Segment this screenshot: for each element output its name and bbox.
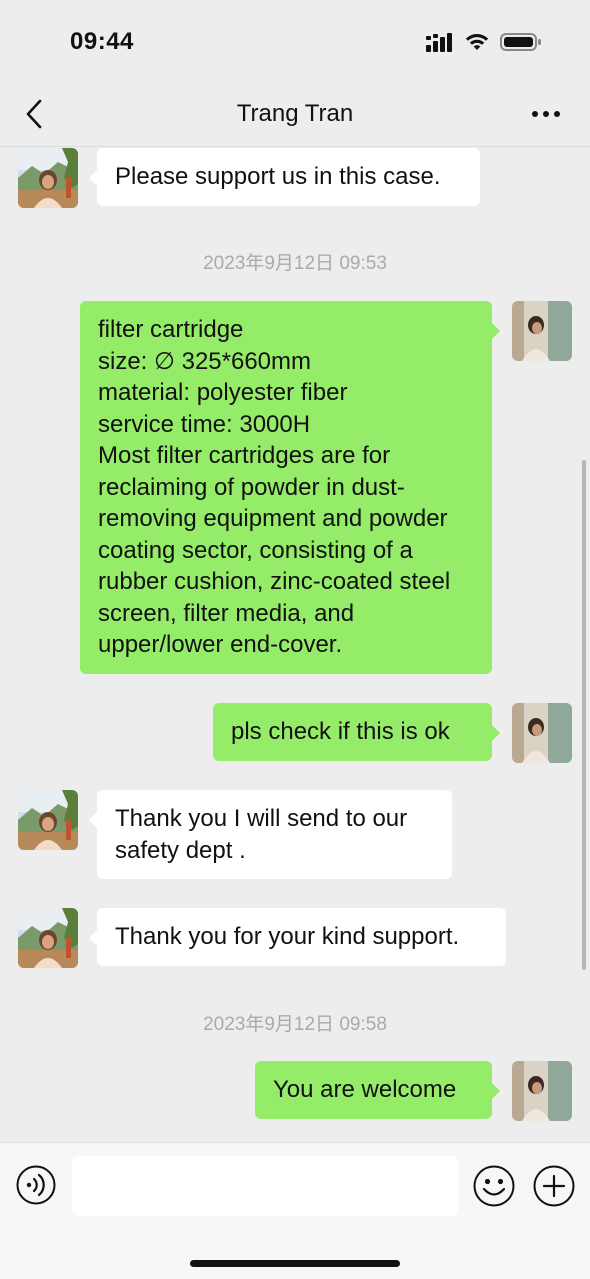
- wifi-icon: [464, 32, 490, 57]
- emoji-icon: [473, 1165, 515, 1207]
- self-avatar[interactable]: [512, 703, 572, 763]
- chat-title: Trang Tran: [236, 100, 354, 127]
- plus-button[interactable]: [533, 1165, 575, 1207]
- status-icons: [426, 32, 542, 57]
- input-bar: [0, 1142, 590, 1279]
- self-avatar[interactable]: [512, 1061, 572, 1121]
- outgoing-message[interactable]: filter cartridge size: ∅ 325*660mm mater…: [80, 301, 500, 674]
- message-timestamp: 2023年9月12日 09:53: [203, 253, 387, 274]
- incoming-message[interactable]: Thank you I will send to our safety dept…: [89, 790, 452, 879]
- cellular-signal-icon: [426, 32, 454, 57]
- outgoing-message[interactable]: pls check if this is ok: [213, 703, 500, 761]
- plus-icon: [533, 1165, 575, 1207]
- self-avatar[interactable]: [512, 301, 572, 361]
- contact-avatar[interactable]: [18, 908, 78, 968]
- more-icon: [532, 111, 560, 117]
- voice-icon: [16, 1165, 56, 1205]
- incoming-message[interactable]: Thank you for your kind support.: [89, 908, 506, 966]
- chat-scrollbar[interactable]: [582, 460, 586, 970]
- chat-area[interactable]: Please support us in this case. 2023年9月1…: [0, 146, 590, 1142]
- status-bar: 09:44: [0, 0, 590, 82]
- status-time: 09:44: [70, 28, 134, 55]
- contact-avatar[interactable]: [18, 790, 78, 850]
- home-indicator[interactable]: [190, 1260, 400, 1267]
- contact-avatar[interactable]: [18, 148, 78, 208]
- outgoing-message[interactable]: You are welcome: [255, 1061, 500, 1119]
- more-button[interactable]: [526, 98, 566, 130]
- incoming-message[interactable]: Please support us in this case.: [89, 148, 480, 206]
- message-timestamp: 2023年9月12日 09:58: [203, 1014, 387, 1035]
- message-input[interactable]: [72, 1156, 458, 1216]
- emoji-button[interactable]: [473, 1165, 515, 1207]
- battery-icon: [500, 32, 542, 57]
- nav-bar: Trang Tran: [0, 82, 590, 147]
- voice-button[interactable]: [16, 1165, 56, 1205]
